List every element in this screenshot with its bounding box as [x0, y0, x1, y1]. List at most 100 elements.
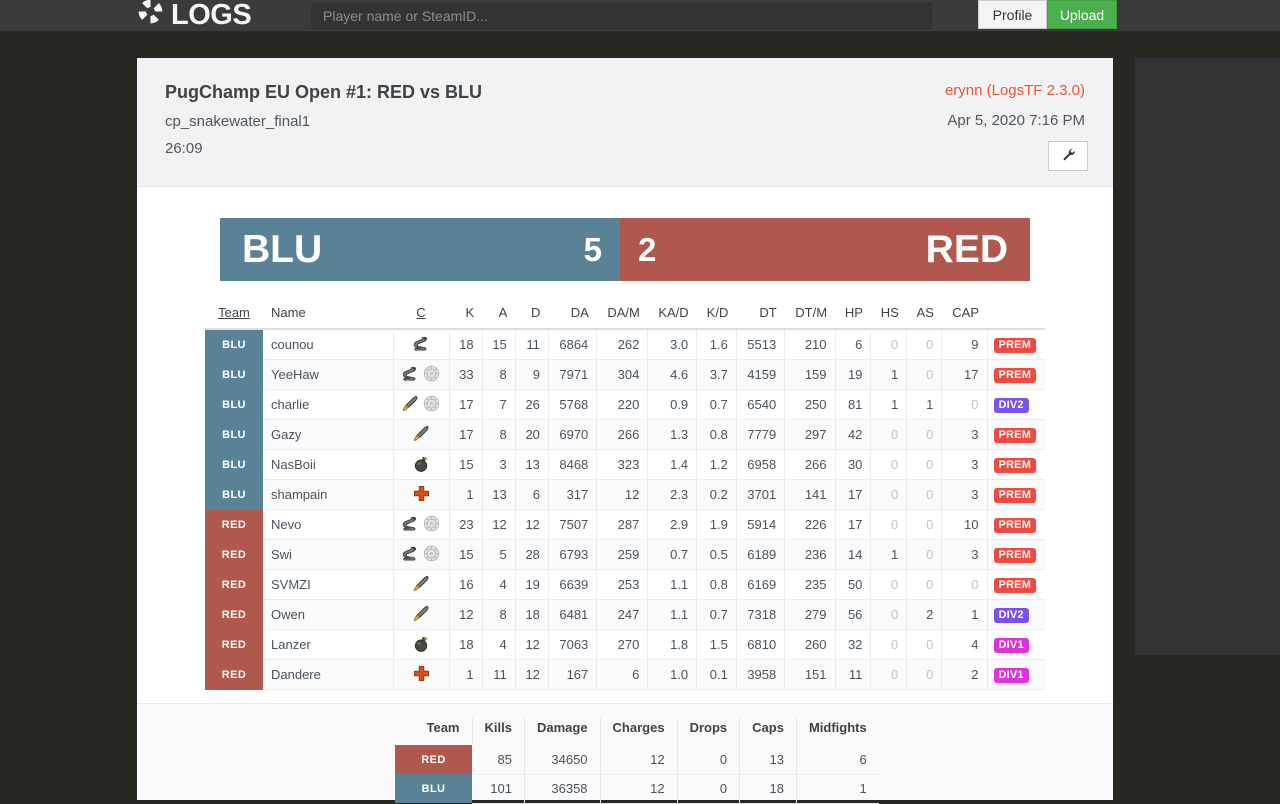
- player-col-header-d[interactable]: D: [515, 299, 549, 330]
- player-k-cell: 18: [449, 329, 483, 360]
- player-row[interactable]: RED Owen 12 8 18 6481 247 1.1 0.7 7318 279 56 0 2 1 DIV…: [205, 599, 1045, 630]
- player-col-header-dt-m[interactable]: DT/M: [784, 299, 836, 330]
- upload-button[interactable]: Upload: [1047, 0, 1117, 29]
- settings-button[interactable]: [1048, 141, 1088, 171]
- division-badge[interactable]: PREM: [993, 368, 1037, 383]
- player-col-header-hs[interactable]: HS: [870, 299, 907, 330]
- division-badge[interactable]: PREM: [993, 338, 1037, 353]
- player-col-header-k-d[interactable]: K/D: [696, 299, 737, 330]
- player-col-header-k[interactable]: K: [449, 299, 483, 330]
- player-dt-cell: 6540: [736, 389, 786, 420]
- player-row[interactable]: BLU counou 18 15 11 6864 262 3.0 1.6 5513 210 6 0 0 9 P…: [205, 329, 1045, 360]
- player-name-cell[interactable]: Nevo: [263, 509, 394, 540]
- player-row[interactable]: RED Dandere 1 11 12 167 6 1.0 0.1 3958 151 11 0 0 2 DIV…: [205, 659, 1045, 690]
- player-row[interactable]: BLU YeeHaw 33 8 9 7971 304 4.6 3.7 4159 159 19 1 0 17 P…: [205, 359, 1045, 390]
- player-da-cell: 6864: [548, 329, 598, 360]
- division-badge[interactable]: DIV2: [993, 608, 1029, 623]
- player-kd-cell: 3.7: [696, 359, 737, 390]
- player-name-cell[interactable]: NasBoii: [263, 449, 394, 480]
- player-row[interactable]: RED SVMZI 16 4 19 6639 253 1.1 0.8 6169 235 50 0 0 0 PR…: [205, 569, 1045, 600]
- search-input[interactable]: [310, 1, 934, 31]
- player-class-icons: [394, 450, 449, 479]
- player-a-cell: 7: [482, 389, 516, 420]
- division-badge[interactable]: PREM: [993, 488, 1037, 503]
- player-dam-cell: 220: [596, 389, 649, 420]
- player-hs-cell: 0: [870, 509, 908, 540]
- player-class-cell: [393, 329, 450, 360]
- player-row[interactable]: RED Nevo 23 12 12 7507 287 2.9 1.9 5914 226 17 0 0 10 P…: [205, 509, 1045, 540]
- site-logo-link[interactable]: LOGS: [137, 0, 252, 32]
- player-col-header-as[interactable]: AS: [906, 299, 942, 330]
- summary-table-body: RED 85 34650 12 0 13 6 BLU 101 36358 12 0 18 1: [395, 745, 879, 804]
- player-col-header-cap[interactable]: CAP: [941, 299, 987, 330]
- player-col-header-dt[interactable]: DT: [736, 299, 785, 330]
- player-col-header-hp[interactable]: HP: [835, 299, 871, 330]
- division-badge[interactable]: PREM: [993, 428, 1037, 443]
- player-row[interactable]: BLU shampain 1 13 6 317 12 2.3 0.2 3701 141 17 0 0 3 PR…: [205, 479, 1045, 510]
- log-uploader-link[interactable]: erynn (LogsTF 2.3.0): [945, 82, 1085, 99]
- division-badge[interactable]: PREM: [993, 518, 1037, 533]
- player-row[interactable]: RED Lanzer 18 4 12 7063 270 1.8 1.5 6810 260 32 0 0 4 D…: [205, 629, 1045, 660]
- player-col-header-team[interactable]: Team: [205, 299, 263, 330]
- player-cap-cell: 4: [941, 629, 988, 660]
- player-name-cell[interactable]: Dandere: [263, 659, 394, 690]
- player-cap-cell: 2: [941, 659, 988, 690]
- medal-class-icon: [422, 394, 441, 416]
- division-badge[interactable]: PREM: [993, 458, 1037, 473]
- player-kad-cell: 1.8: [647, 629, 698, 660]
- player-class-cell: [393, 359, 450, 390]
- player-dtm-cell: 226: [784, 509, 836, 540]
- player-name-cell[interactable]: YeeHaw: [263, 359, 394, 390]
- player-col-header-da-m[interactable]: DA/M: [596, 299, 648, 330]
- player-col-header-label: KA/D: [658, 305, 689, 320]
- player-row[interactable]: BLU NasBoii 15 3 13 8468 323 1.4 1.2 6958 266 30 0 0 3…: [205, 449, 1045, 480]
- player-kd-cell: 0.1: [696, 659, 737, 690]
- player-col-header-name[interactable]: Name: [263, 299, 393, 330]
- player-name-cell[interactable]: charlie: [263, 389, 394, 420]
- player-name-cell[interactable]: Owen: [263, 599, 394, 630]
- player-kd-cell: 0.8: [696, 419, 737, 450]
- player-name-cell[interactable]: counou: [263, 329, 394, 360]
- player-row[interactable]: BLU Gazy 17 8 20 6970 266 1.3 0.8 7779 297 42 0 0 3 PRE…: [205, 419, 1045, 450]
- division-badge[interactable]: DIV1: [993, 668, 1029, 683]
- player-kd-cell: 1.6: [696, 329, 737, 360]
- player-a-cell: 4: [482, 569, 516, 600]
- player-d-cell: 6: [515, 479, 549, 510]
- player-name-cell[interactable]: Lanzer: [263, 629, 394, 660]
- player-as-cell: 0: [906, 629, 943, 660]
- player-col-header-c[interactable]: C: [393, 299, 449, 330]
- division-badge[interactable]: DIV1: [993, 638, 1029, 653]
- division-badge[interactable]: DIV2: [993, 398, 1029, 413]
- player-name-cell[interactable]: Swi: [263, 539, 394, 570]
- player-d-cell: 28: [515, 539, 549, 570]
- scoreboard-red: 2 RED: [620, 218, 1030, 281]
- player-class-cell: [393, 629, 450, 660]
- profile-button[interactable]: Profile: [978, 0, 1047, 29]
- player-name-cell[interactable]: shampain: [263, 479, 394, 510]
- player-dam-cell: 262: [596, 329, 649, 360]
- player-a-cell: 11: [482, 659, 516, 690]
- player-col-header-ka-d[interactable]: KA/D: [647, 299, 697, 330]
- player-row[interactable]: RED Swi 15 5 28 6793 259 0.7 0.5 6189 236 14 1 0 3 PREM: [205, 539, 1045, 570]
- player-as-cell: 0: [906, 329, 943, 360]
- player-cap-cell: 3: [941, 539, 988, 570]
- player-kd-cell: 0.2: [696, 479, 737, 510]
- player-dam-cell: 266: [596, 419, 649, 450]
- summary-col-header-kills: Kills: [472, 718, 525, 745]
- player-col-header-da[interactable]: DA: [548, 299, 597, 330]
- player-col-header-a[interactable]: A: [482, 299, 516, 330]
- player-col-header-badge: [987, 299, 1045, 330]
- player-hs-cell: 0: [870, 419, 908, 450]
- player-hp-cell: 50: [835, 569, 872, 600]
- division-badge[interactable]: PREM: [993, 578, 1037, 593]
- player-cap-cell: 9: [941, 329, 988, 360]
- player-row[interactable]: BLU charlie 17 7 26 5768 220 0.9 0.7 6540 250 81 1 1 0…: [205, 389, 1045, 420]
- player-class-cell: [393, 509, 450, 540]
- player-as-cell: 1: [906, 389, 943, 420]
- player-name-cell[interactable]: SVMZI: [263, 569, 394, 600]
- player-k-cell: 1: [449, 659, 483, 690]
- player-d-cell: 13: [515, 449, 549, 480]
- scout-class-icon: [401, 514, 420, 536]
- player-name-cell[interactable]: Gazy: [263, 419, 394, 450]
- division-badge[interactable]: PREM: [993, 548, 1037, 563]
